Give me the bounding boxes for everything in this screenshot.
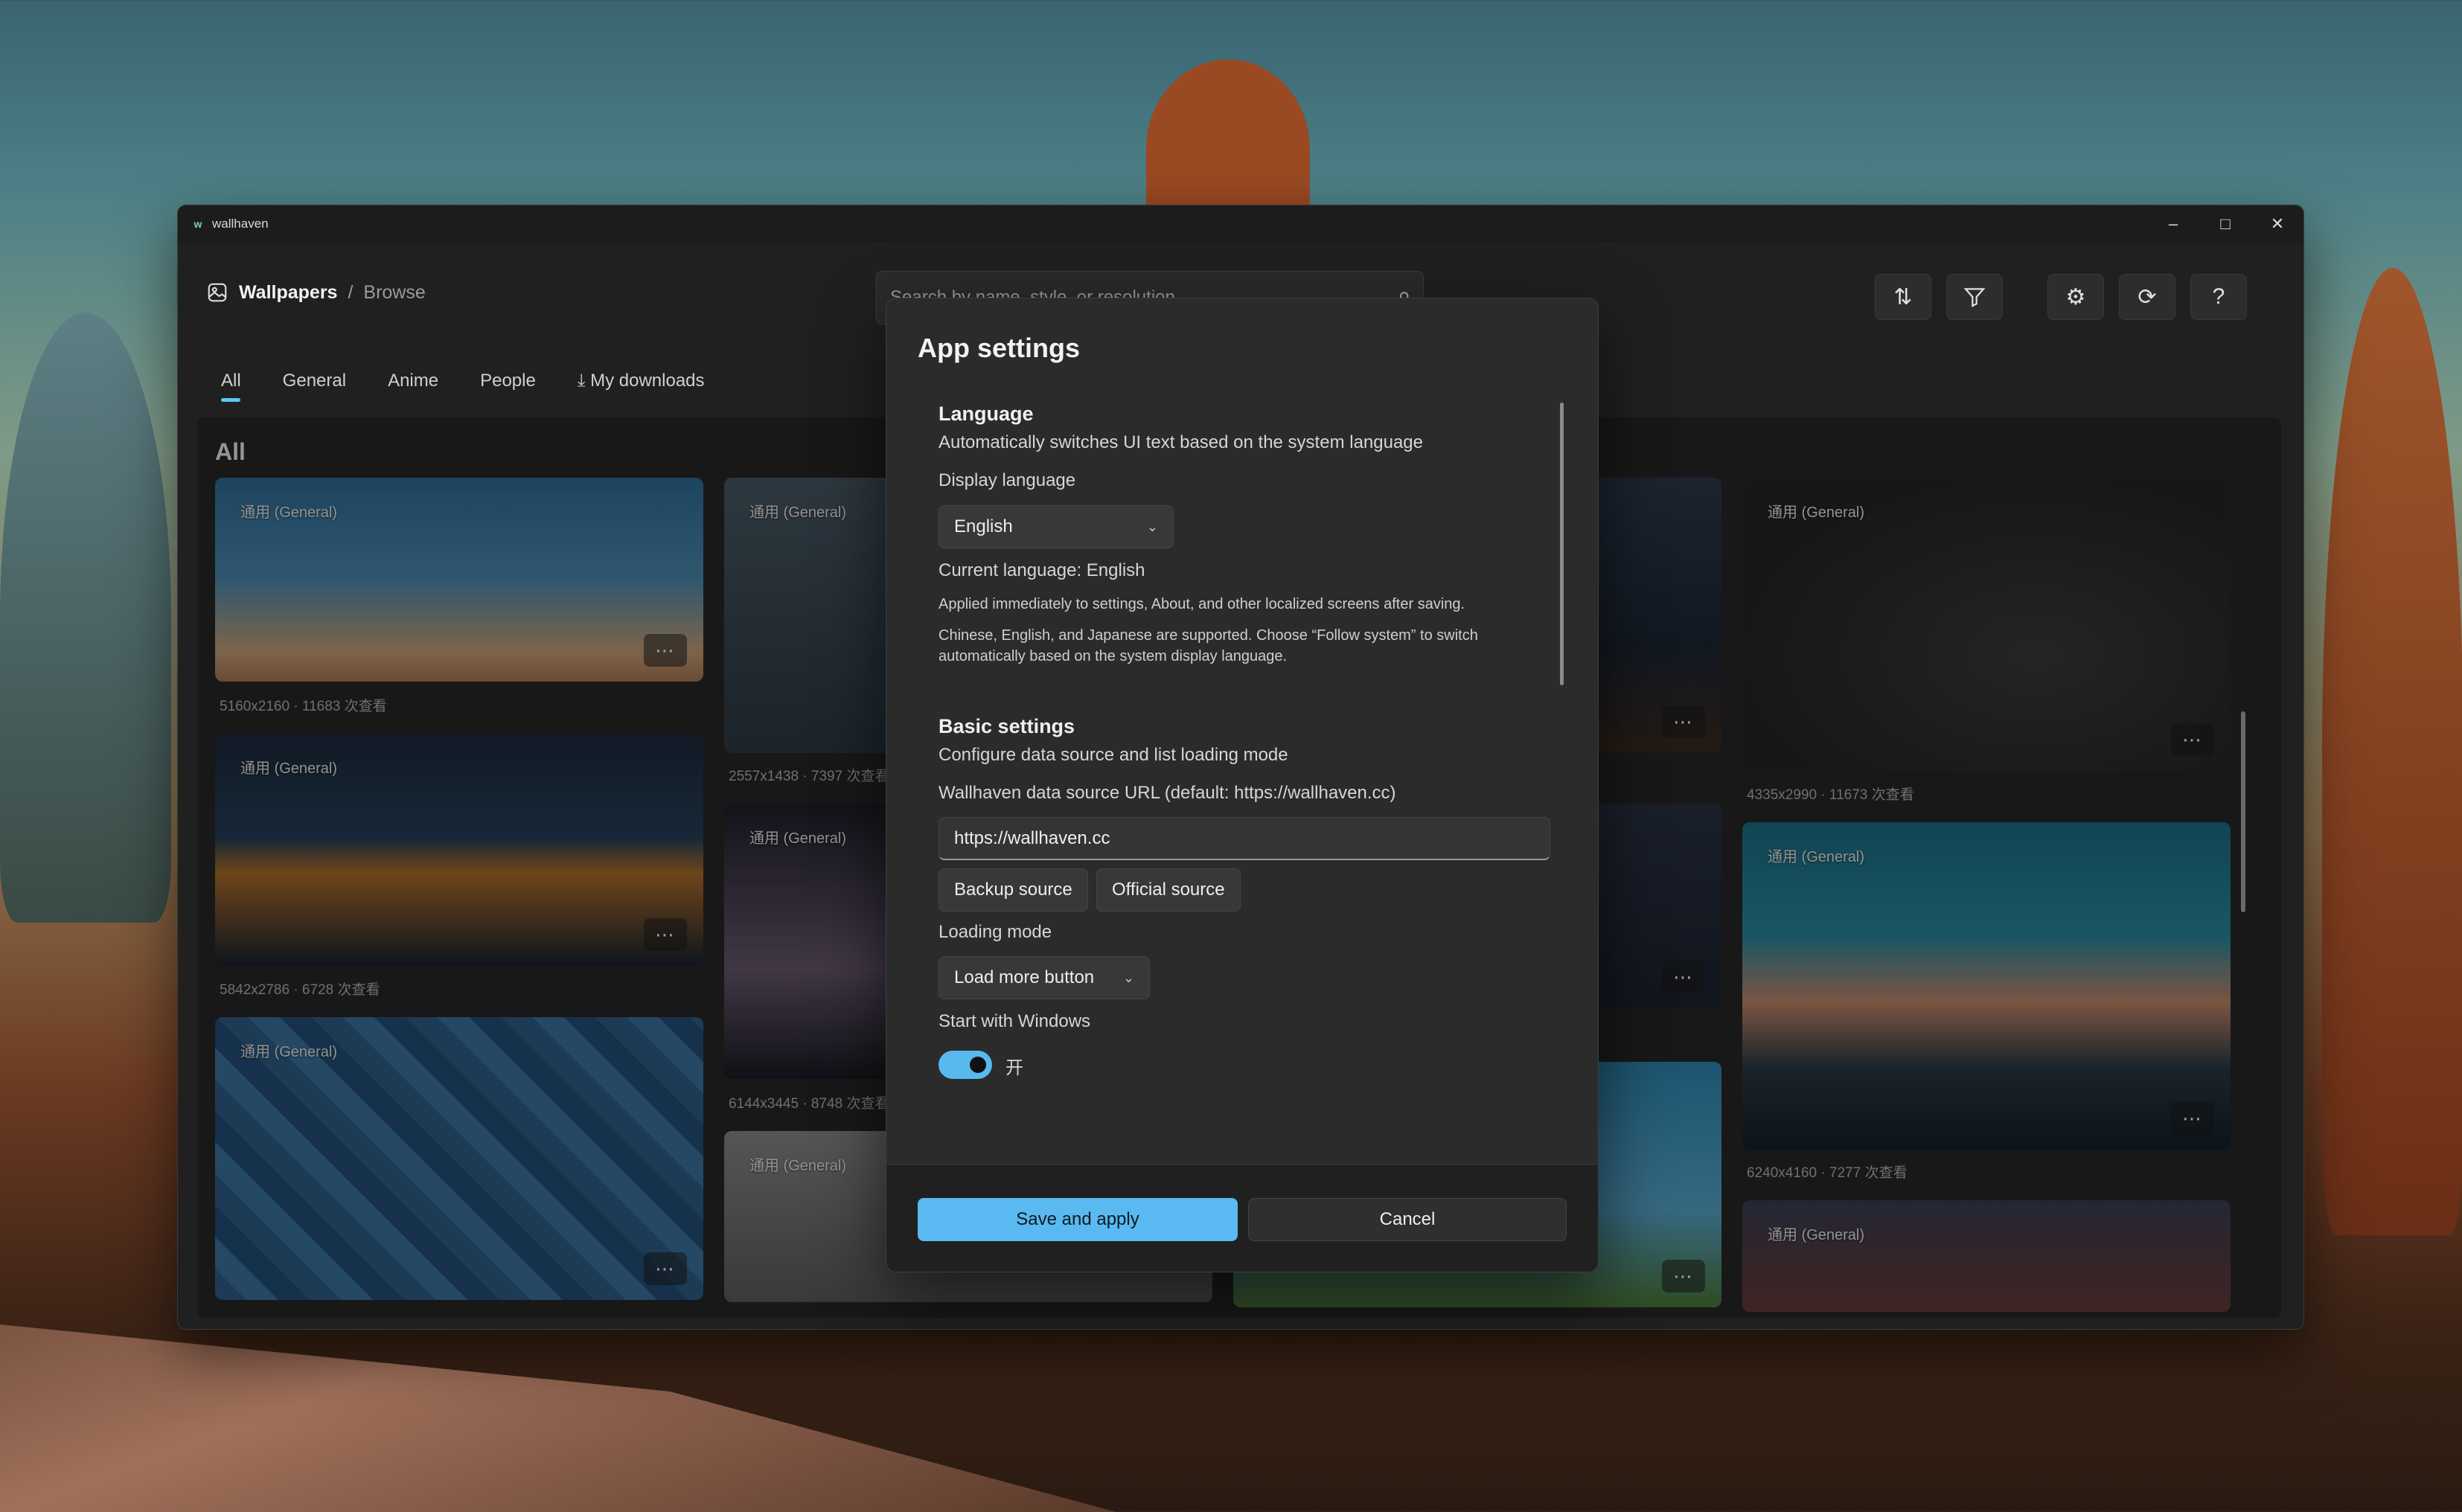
refresh-button[interactable]: ⟳ (2119, 274, 2175, 320)
toggle-state-label: 开 (1005, 1058, 1023, 1078)
tab-all[interactable]: All (221, 371, 241, 402)
display-language-label: Display language (939, 470, 1076, 490)
breadcrumb: Wallpapers / Browse (206, 281, 426, 304)
cancel-button[interactable]: Cancel (1248, 1198, 1567, 1241)
start-with-windows-toggle[interactable] (939, 1051, 992, 1079)
window-title: wallhaven (212, 217, 269, 231)
tab-all-label: All (221, 371, 241, 391)
sort-button[interactable]: ⇅ (1875, 274, 1931, 320)
download-icon: ⤓ (577, 371, 586, 391)
wallpapers-icon (208, 283, 227, 302)
chevron-down-icon: ⌄ (1122, 970, 1134, 985)
data-source-url-input[interactable]: https://wallhaven.cc (939, 817, 1550, 860)
tab-people-label: People (480, 371, 536, 391)
language-description: Automatically switches UI text based on … (939, 432, 1423, 452)
help-icon: ? (2212, 284, 2225, 309)
language-note-applied: Applied immediately to settings, About, … (939, 596, 1465, 612)
data-source-url-value: https://wallhaven.cc (954, 827, 1110, 848)
save-and-apply-button[interactable]: Save and apply (918, 1198, 1238, 1241)
help-button[interactable]: ? (2190, 274, 2247, 320)
tab-my-downloads-label: My downloads (590, 371, 705, 391)
tab-anime[interactable]: Anime (388, 371, 438, 402)
loading-mode-label: Loading mode (939, 922, 1052, 942)
refresh-icon: ⟳ (2138, 284, 2157, 310)
chevron-down-icon: ⌄ (1146, 519, 1158, 534)
basic-settings-description: Configure data source and list loading m… (939, 745, 1288, 765)
settings-button[interactable]: ⚙ (2047, 274, 2104, 320)
filter-button[interactable] (1946, 274, 2003, 320)
settings-icon: ⚙ (2065, 284, 2086, 310)
title-bar: w wallhaven – □ ✕ (178, 205, 2303, 243)
minimize-button[interactable]: – (2147, 205, 2199, 243)
settings-dialog: App settings Language Automatically swit… (886, 298, 1599, 1272)
display-language-value: English (954, 516, 1013, 536)
language-note-supported: Chinese, English, and Japanese are suppo… (939, 627, 1478, 644)
filter-icon (1963, 288, 1986, 307)
grid-scrollbar[interactable] (2241, 711, 2245, 912)
app-logo-icon: w (194, 218, 202, 230)
close-button[interactable]: ✕ (2251, 205, 2303, 243)
current-language-text: Current language: English (939, 560, 1145, 580)
loading-mode-select[interactable]: Load more button ⌄ (939, 956, 1150, 999)
category-tabs: All General Anime People ⤓ My downloads (221, 371, 705, 402)
breadcrumb-separator: / (348, 281, 354, 303)
official-source-button[interactable]: Official source (1096, 868, 1241, 912)
language-heading: Language (939, 403, 1034, 425)
breadcrumb-current: Browse (363, 281, 426, 303)
data-source-url-label: Wallhaven data source URL (default: http… (939, 783, 1396, 803)
loading-mode-value: Load more button (954, 967, 1095, 987)
start-with-windows-label: Start with Windows (939, 1011, 1091, 1031)
basic-settings-heading: Basic settings (939, 715, 1075, 737)
backup-source-button[interactable]: Backup source (939, 868, 1088, 912)
tab-general-label: General (282, 371, 347, 391)
tab-my-downloads[interactable]: ⤓ My downloads (578, 371, 705, 402)
dialog-scrollbar[interactable] (1560, 403, 1564, 685)
tab-anime-label: Anime (388, 371, 439, 391)
dialog-title: App settings (918, 333, 1081, 363)
language-note-supported-2: automatically based on the system displa… (939, 648, 1288, 664)
maximize-button[interactable]: □ (2199, 205, 2251, 243)
dialog-footer: Save and apply Cancel (886, 1165, 1598, 1272)
breadcrumb-root[interactable]: Wallpapers (239, 282, 337, 304)
desktop-tree (2322, 268, 2462, 1235)
desktop-tree (0, 313, 171, 923)
tab-people[interactable]: People (480, 371, 536, 402)
sort-icon: ⇅ (1893, 284, 1913, 310)
tab-general[interactable]: General (283, 371, 346, 402)
display-language-select[interactable]: English ⌄ (939, 505, 1174, 548)
